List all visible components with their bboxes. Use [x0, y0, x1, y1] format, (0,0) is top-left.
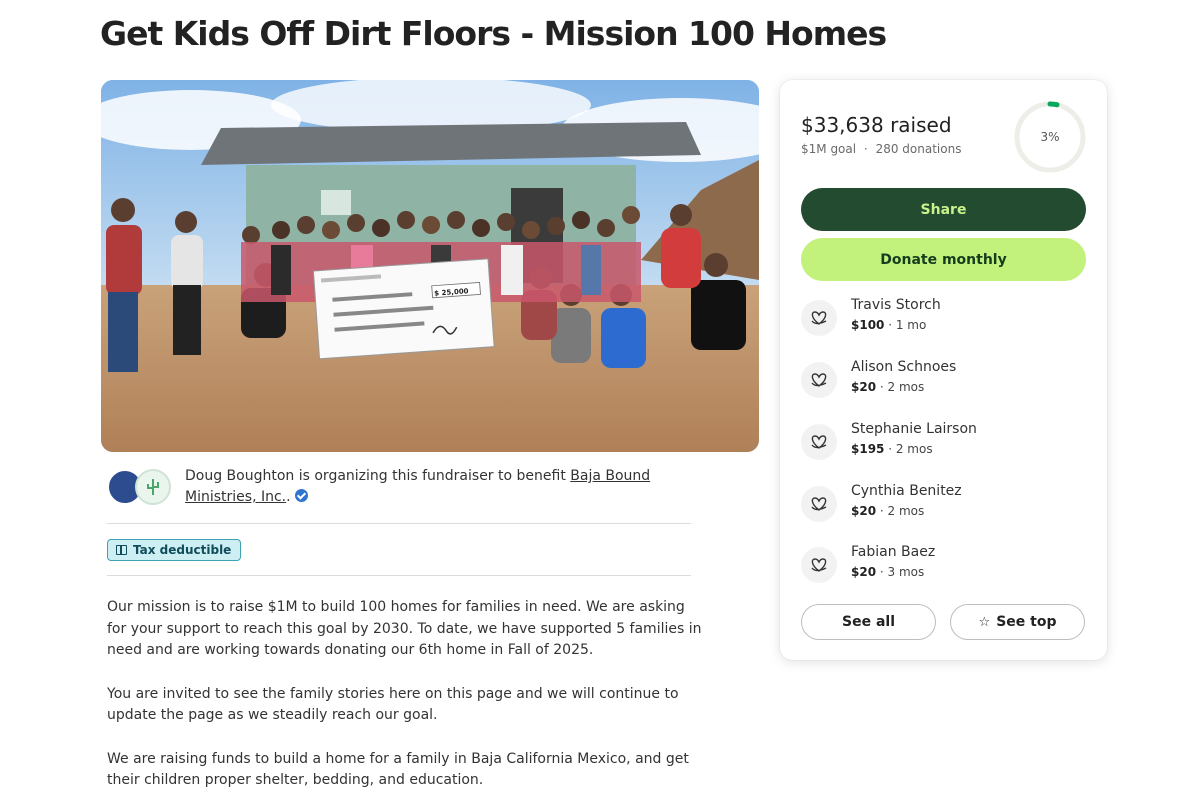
donor-name: Fabian Baez: [851, 544, 936, 560]
donor-meta: $100 · 1 mo: [851, 318, 926, 332]
donor-amount: $20: [851, 380, 877, 394]
donor-name: Cynthia Benitez: [851, 483, 962, 499]
donor-meta: $195 · 2 mos: [851, 442, 933, 456]
donor-name: Stephanie Lairson: [851, 421, 977, 437]
heart-hand-icon: [801, 486, 837, 522]
amount-raised: $33,638 raised: [801, 113, 952, 137]
story-paragraph: You are invited to see the family storie…: [107, 685, 679, 724]
donor-amount: $100: [851, 318, 885, 332]
beneficiary-avatar: [135, 469, 171, 505]
donor-meta: $20 · 3 mos: [851, 565, 924, 579]
goal-amount: $1M goal: [801, 142, 857, 156]
story-paragraph: We are raising funds to build a home for…: [107, 750, 689, 789]
progress-percent: 3%: [1040, 130, 1060, 144]
donor-name: Alison Schnoes: [851, 359, 957, 375]
badge-label: Tax deductible: [133, 543, 232, 557]
star-icon: ☆: [978, 614, 991, 630]
campaign-hero-image: $ 25,000: [101, 80, 759, 452]
divider: [107, 523, 691, 524]
donate-monthly-button[interactable]: Donate monthly: [801, 238, 1086, 281]
page-title: Get Kids Off Dirt Floors - Mission 100 H…: [100, 14, 887, 53]
donor-meta: $20 · 2 mos: [851, 380, 924, 394]
donor-meta: $20 · 2 mos: [851, 504, 924, 518]
organizer-avatars: [107, 469, 171, 509]
donor-item: Alison Schnoes $20 · 2 mos: [801, 359, 1086, 407]
donor-item: Travis Storch $100 · 1 mo: [801, 297, 1086, 345]
donation-card: $33,638 raised $1M goal · 280 donations …: [780, 80, 1107, 660]
donor-time: · 2 mos: [876, 380, 925, 394]
verified-badge-icon: [294, 489, 308, 502]
story-text: Our mission is to raise $1M to build 100…: [107, 597, 707, 793]
separator: ·: [863, 142, 868, 156]
story-paragraph: Our mission is to raise $1M to build 100…: [107, 599, 702, 659]
organizer-suffix: .: [286, 489, 291, 505]
tax-deductible-badge[interactable]: Tax deductible: [107, 539, 242, 561]
heart-hand-icon: [801, 424, 837, 460]
donation-count: 280 donations: [875, 142, 962, 156]
see-all-label: See all: [842, 614, 895, 630]
gift-icon: [116, 545, 127, 555]
share-button[interactable]: Share: [801, 188, 1086, 231]
donor-name: Travis Storch: [851, 297, 941, 313]
donor-time: · 3 mos: [876, 565, 925, 579]
divider: [107, 575, 691, 576]
see-all-button[interactable]: See all: [801, 604, 936, 640]
donor-amount: $20: [851, 504, 877, 518]
cactus-icon: [147, 479, 159, 495]
organizer-info: Doug Boughton is organizing this fundrai…: [107, 466, 691, 514]
organizer-statement: Doug Boughton is organizing this fundrai…: [185, 468, 566, 484]
donor-time: · 1 mo: [884, 318, 927, 332]
donor-time: · 2 mos: [876, 504, 925, 518]
heart-hand-icon: [801, 300, 837, 336]
donor-item: Fabian Baez $20 · 3 mos: [801, 544, 1086, 592]
heart-hand-icon: [801, 547, 837, 583]
donor-amount: $195: [851, 442, 885, 456]
see-top-label: See top: [996, 614, 1057, 630]
donor-item: Stephanie Lairson $195 · 2 mos: [801, 421, 1086, 469]
donor-time: · 2 mos: [884, 442, 933, 456]
goal-line: $1M goal · 280 donations: [801, 142, 961, 156]
donor-amount: $20: [851, 565, 877, 579]
donor-item: Cynthia Benitez $20 · 2 mos: [801, 483, 1086, 531]
see-top-button[interactable]: ☆ See top: [950, 604, 1085, 640]
heart-hand-icon: [801, 362, 837, 398]
organizer-text: Doug Boughton is organizing this fundrai…: [185, 466, 685, 508]
